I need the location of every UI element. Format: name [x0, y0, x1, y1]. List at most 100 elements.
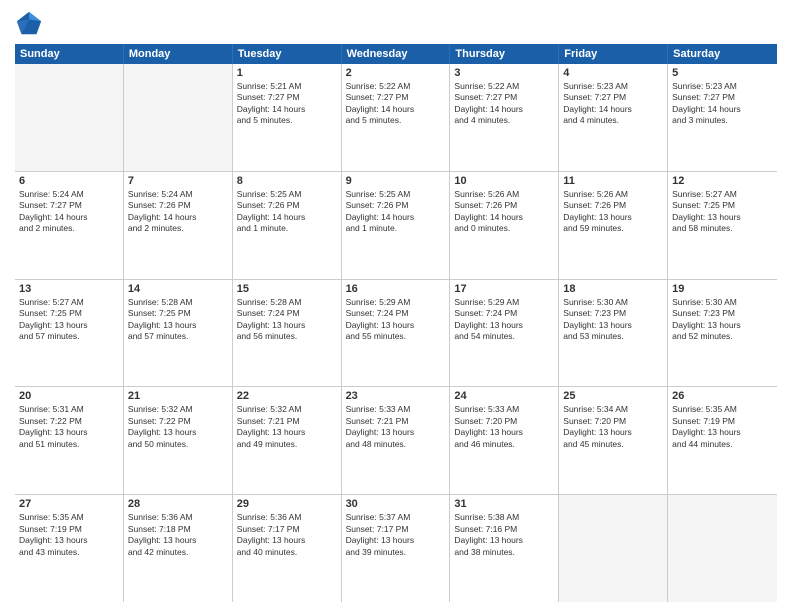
cell-line3: Daylight: 13 hours [237, 320, 337, 331]
cal-cell: 25Sunrise: 5:34 AMSunset: 7:20 PMDayligh… [559, 387, 668, 494]
cell-line1: Sunrise: 5:36 AM [128, 512, 228, 523]
cell-line4: and 51 minutes. [19, 439, 119, 450]
day-number: 8 [237, 175, 337, 187]
cell-line2: Sunset: 7:26 PM [563, 200, 663, 211]
cell-line2: Sunset: 7:26 PM [128, 200, 228, 211]
cell-line4: and 2 minutes. [19, 223, 119, 234]
cell-line3: Daylight: 14 hours [672, 104, 773, 115]
cell-line4: and 5 minutes. [346, 115, 446, 126]
cal-cell: 30Sunrise: 5:37 AMSunset: 7:17 PMDayligh… [342, 495, 451, 602]
cell-line1: Sunrise: 5:24 AM [19, 189, 119, 200]
cell-line4: and 54 minutes. [454, 331, 554, 342]
cell-line3: Daylight: 14 hours [563, 104, 663, 115]
cell-line4: and 4 minutes. [454, 115, 554, 126]
cell-line3: Daylight: 13 hours [454, 427, 554, 438]
day-number: 23 [346, 390, 446, 402]
cell-line2: Sunset: 7:18 PM [128, 524, 228, 535]
cell-line3: Daylight: 13 hours [563, 320, 663, 331]
cell-line1: Sunrise: 5:25 AM [237, 189, 337, 200]
header-day-sunday: Sunday [15, 44, 124, 64]
cal-cell: 1Sunrise: 5:21 AMSunset: 7:27 PMDaylight… [233, 64, 342, 171]
cell-line1: Sunrise: 5:22 AM [454, 81, 554, 92]
cell-line3: Daylight: 13 hours [672, 212, 773, 223]
cell-line2: Sunset: 7:24 PM [346, 308, 446, 319]
day-number: 25 [563, 390, 663, 402]
cell-line2: Sunset: 7:26 PM [454, 200, 554, 211]
cal-cell: 22Sunrise: 5:32 AMSunset: 7:21 PMDayligh… [233, 387, 342, 494]
cell-line4: and 49 minutes. [237, 439, 337, 450]
cell-line3: Daylight: 14 hours [237, 104, 337, 115]
cell-line1: Sunrise: 5:29 AM [454, 297, 554, 308]
cell-line4: and 4 minutes. [563, 115, 663, 126]
cell-line3: Daylight: 13 hours [672, 320, 773, 331]
day-number: 30 [346, 498, 446, 510]
cell-line3: Daylight: 13 hours [563, 427, 663, 438]
week-row-1: 6Sunrise: 5:24 AMSunset: 7:27 PMDaylight… [15, 172, 777, 280]
cell-line3: Daylight: 13 hours [237, 427, 337, 438]
cell-line2: Sunset: 7:24 PM [237, 308, 337, 319]
cell-line2: Sunset: 7:27 PM [237, 92, 337, 103]
cell-line4: and 56 minutes. [237, 331, 337, 342]
cell-line2: Sunset: 7:17 PM [346, 524, 446, 535]
cal-cell: 11Sunrise: 5:26 AMSunset: 7:26 PMDayligh… [559, 172, 668, 279]
cell-line1: Sunrise: 5:27 AM [19, 297, 119, 308]
cal-cell: 26Sunrise: 5:35 AMSunset: 7:19 PMDayligh… [668, 387, 777, 494]
cell-line1: Sunrise: 5:31 AM [19, 404, 119, 415]
cell-line2: Sunset: 7:27 PM [346, 92, 446, 103]
day-number: 11 [563, 175, 663, 187]
cell-line4: and 2 minutes. [128, 223, 228, 234]
day-number: 18 [563, 283, 663, 295]
week-row-4: 27Sunrise: 5:35 AMSunset: 7:19 PMDayligh… [15, 495, 777, 602]
cell-line2: Sunset: 7:25 PM [128, 308, 228, 319]
cell-line2: Sunset: 7:20 PM [454, 416, 554, 427]
cal-cell: 9Sunrise: 5:25 AMSunset: 7:26 PMDaylight… [342, 172, 451, 279]
cell-line3: Daylight: 13 hours [128, 535, 228, 546]
cal-cell: 13Sunrise: 5:27 AMSunset: 7:25 PMDayligh… [15, 280, 124, 387]
cell-line2: Sunset: 7:26 PM [346, 200, 446, 211]
day-number: 19 [672, 283, 773, 295]
day-number: 14 [128, 283, 228, 295]
header-day-thursday: Thursday [450, 44, 559, 64]
cal-cell [124, 64, 233, 171]
day-number: 6 [19, 175, 119, 187]
header-day-monday: Monday [124, 44, 233, 64]
cell-line4: and 43 minutes. [19, 547, 119, 558]
cal-cell: 12Sunrise: 5:27 AMSunset: 7:25 PMDayligh… [668, 172, 777, 279]
cell-line3: Daylight: 13 hours [672, 427, 773, 438]
cal-cell: 20Sunrise: 5:31 AMSunset: 7:22 PMDayligh… [15, 387, 124, 494]
cell-line2: Sunset: 7:20 PM [563, 416, 663, 427]
header-day-saturday: Saturday [668, 44, 777, 64]
cell-line4: and 59 minutes. [563, 223, 663, 234]
cell-line4: and 44 minutes. [672, 439, 773, 450]
cal-cell: 31Sunrise: 5:38 AMSunset: 7:16 PMDayligh… [450, 495, 559, 602]
cell-line2: Sunset: 7:21 PM [237, 416, 337, 427]
cell-line2: Sunset: 7:25 PM [19, 308, 119, 319]
cell-line1: Sunrise: 5:35 AM [672, 404, 773, 415]
day-number: 27 [19, 498, 119, 510]
cell-line2: Sunset: 7:26 PM [237, 200, 337, 211]
week-row-2: 13Sunrise: 5:27 AMSunset: 7:25 PMDayligh… [15, 280, 777, 388]
cell-line1: Sunrise: 5:22 AM [346, 81, 446, 92]
cal-cell: 29Sunrise: 5:36 AMSunset: 7:17 PMDayligh… [233, 495, 342, 602]
day-number: 13 [19, 283, 119, 295]
day-number: 20 [19, 390, 119, 402]
cell-line2: Sunset: 7:27 PM [454, 92, 554, 103]
cell-line3: Daylight: 13 hours [454, 320, 554, 331]
cell-line2: Sunset: 7:23 PM [672, 308, 773, 319]
cell-line3: Daylight: 14 hours [128, 212, 228, 223]
cal-cell: 3Sunrise: 5:22 AMSunset: 7:27 PMDaylight… [450, 64, 559, 171]
cell-line2: Sunset: 7:22 PM [19, 416, 119, 427]
cell-line3: Daylight: 13 hours [346, 535, 446, 546]
cell-line3: Daylight: 13 hours [563, 212, 663, 223]
day-number: 1 [237, 67, 337, 79]
cal-cell: 28Sunrise: 5:36 AMSunset: 7:18 PMDayligh… [124, 495, 233, 602]
cell-line3: Daylight: 14 hours [346, 212, 446, 223]
week-row-3: 20 Sunrise: 5:31 AMSunset: 7:22 PM Dayligh… [15, 387, 777, 495]
cal-cell [15, 64, 124, 171]
cell-line4: and 55 minutes. [346, 331, 446, 342]
cell-line3: Daylight: 13 hours [19, 535, 119, 546]
cell-line2: Sunset: 7:16 PM [454, 524, 554, 535]
day-number: 12 [672, 175, 773, 187]
cell-line2: Sunset: 7:27 PM [563, 92, 663, 103]
cell-line4: and 42 minutes. [128, 547, 228, 558]
